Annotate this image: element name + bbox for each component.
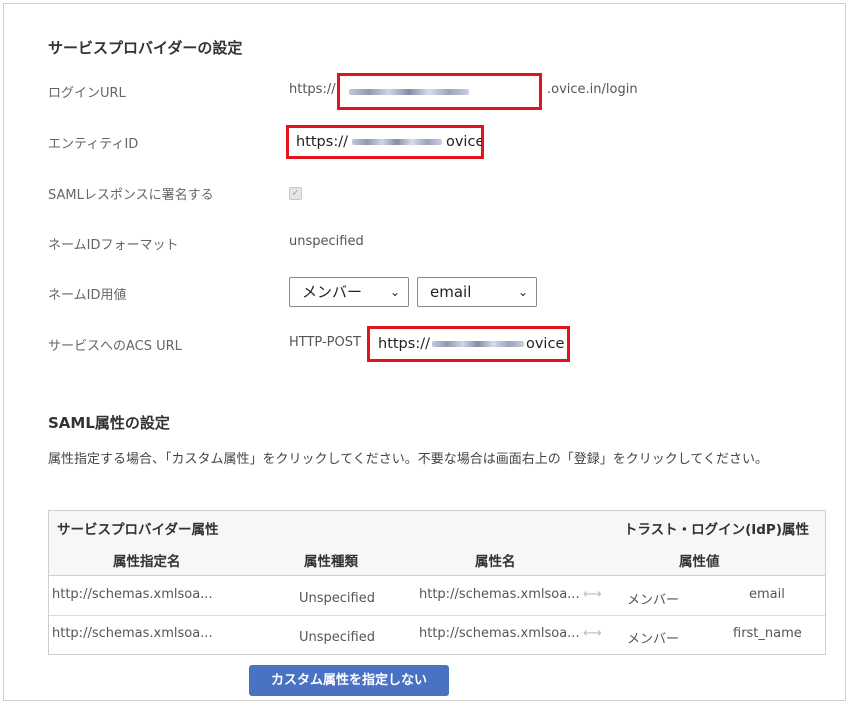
attr-name: http://schemas.xmlsoa... xyxy=(419,626,580,641)
nameid-attribute-select[interactable]: email ⌄ xyxy=(417,277,537,307)
acs-binding: HTTP-POST xyxy=(289,335,361,350)
nameid-value-label: ネームID用値 xyxy=(48,288,127,303)
redacted-text xyxy=(351,139,442,145)
column-header: 属性値 xyxy=(679,554,720,570)
nameid-format-label: ネームIDフォーマット xyxy=(48,238,179,253)
acs-url-field[interactable]: https:// ovice xyxy=(367,326,570,362)
row-divider xyxy=(49,615,825,616)
attr-value: first_name xyxy=(733,626,802,641)
login-url-label: ログインURL xyxy=(48,86,126,101)
attr-spec-name: http://schemas.xmlsoa... xyxy=(52,626,213,641)
attr-name: http://schemas.xmlsoa... xyxy=(419,587,580,602)
entity-id-start: https:// xyxy=(296,134,348,150)
saml-attr-title: SAML属性の設定 xyxy=(48,414,170,432)
login-url-suffix: .ovice.in/login xyxy=(547,82,638,97)
column-header: 属性名 xyxy=(475,554,516,570)
acs-url-end: ovice xyxy=(525,336,565,352)
acs-url-start: https:// xyxy=(378,336,430,352)
mapping-arrow-icon: ⟷ xyxy=(583,587,602,602)
attr-value: email xyxy=(749,587,785,602)
chevron-down-icon: ⌄ xyxy=(517,285,528,299)
attr-source: メンバー xyxy=(627,593,680,608)
attr-spec-name: http://schemas.xmlsoa... xyxy=(52,587,213,602)
column-header: 属性指定名 xyxy=(113,554,181,570)
column-header: 属性種類 xyxy=(304,554,358,570)
redacted-text xyxy=(349,89,469,95)
attr-description: 属性指定する場合、「カスタム属性」をクリックしてください。不要な場合は画面右上の… xyxy=(48,452,768,467)
attr-source: メンバー xyxy=(627,632,680,647)
nameid-format-value: unspecified xyxy=(289,234,364,249)
acs-url-label: サービスへのACS URL xyxy=(48,339,182,354)
entity-id-label: エンティティID xyxy=(48,137,139,152)
saml-sign-checkbox[interactable]: ✓ xyxy=(289,187,302,200)
sp-attr-header: サービスプロバイダー属性 xyxy=(57,522,219,538)
attr-type: Unspecified xyxy=(299,630,375,645)
nameid-source-select[interactable]: メンバー ⌄ xyxy=(289,277,409,307)
nameid-attribute-value: email xyxy=(430,283,472,301)
mapping-arrow-icon: ⟷ xyxy=(583,626,602,641)
table-header: サービスプロバイダー属性 トラスト・ログイン(IdP)属性 属性指定名 属性種類… xyxy=(49,511,825,576)
saml-sign-label: SAMLレスポンスに署名する xyxy=(48,188,214,203)
chevron-down-icon: ⌄ xyxy=(389,285,400,299)
attr-type: Unspecified xyxy=(299,591,375,606)
redacted-text xyxy=(431,341,524,347)
entity-id-field[interactable]: https:// ovice xyxy=(286,125,484,159)
sp-settings-title: サービスプロバイダーの設定 xyxy=(48,39,243,57)
login-url-prefix: https:// xyxy=(289,82,336,97)
attribute-table: サービスプロバイダー属性 トラスト・ログイン(IdP)属性 属性指定名 属性種類… xyxy=(48,510,826,655)
nameid-source-value: メンバー xyxy=(302,283,363,301)
login-url-subdomain-input[interactable] xyxy=(337,73,542,110)
entity-id-end: ovice xyxy=(445,134,482,150)
idp-attr-header: トラスト・ログイン(IdP)属性 xyxy=(623,522,809,538)
no-custom-attr-button[interactable]: カスタム属性を指定しない xyxy=(249,665,449,696)
